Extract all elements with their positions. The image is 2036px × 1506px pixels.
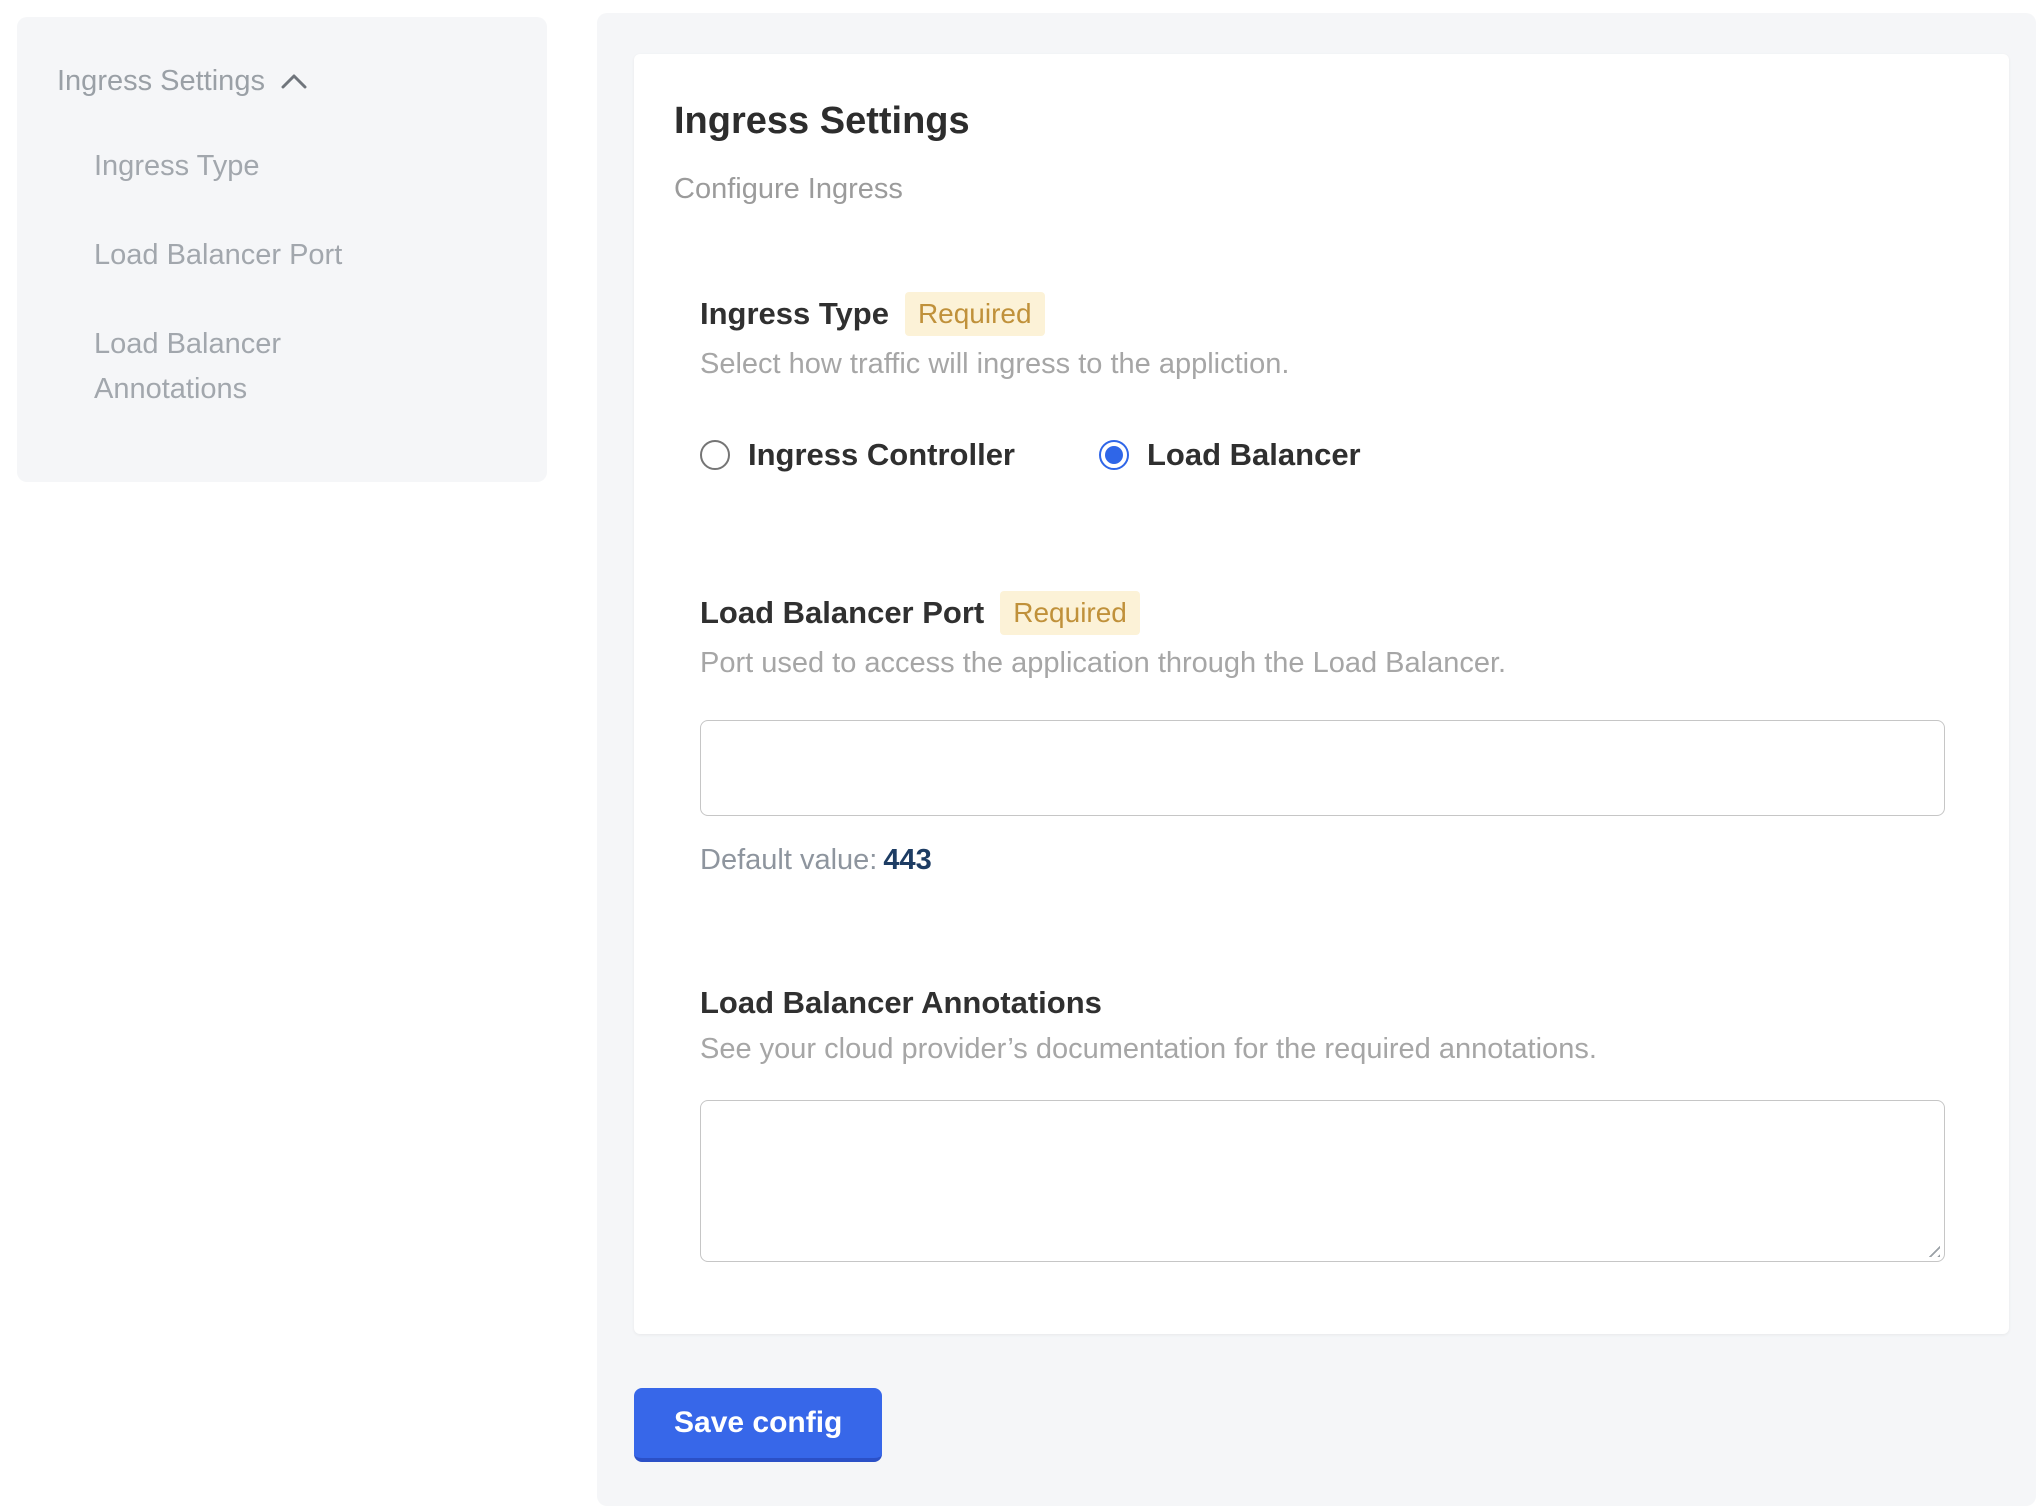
sidebar-group-ingress-settings[interactable]: Ingress Settings (57, 65, 507, 98)
radio-label: Ingress Controller (748, 437, 1015, 473)
load-balancer-port-input[interactable] (700, 720, 1945, 816)
sidebar-item-load-balancer-annotations[interactable]: Load Balancer Annotations (94, 322, 434, 412)
field-label-ingress-type: Ingress Type (700, 296, 889, 332)
ingress-settings-card: Ingress Settings Configure Ingress Ingre… (634, 54, 2009, 1334)
default-value: 443 (883, 844, 931, 876)
required-badge: Required (1000, 591, 1140, 635)
field-group-load-balancer-annotations: Load Balancer Annotations See your cloud… (700, 985, 1969, 1262)
required-badge: Required (905, 292, 1045, 336)
config-main-panel: Ingress Settings Configure Ingress Ingre… (597, 13, 2036, 1506)
field-heading-load-balancer-annotations: Load Balancer Annotations (700, 985, 1969, 1021)
radio-icon[interactable] (700, 440, 730, 470)
page-subtitle: Configure Ingress (674, 173, 1969, 206)
sidebar-item-load-balancer-port[interactable]: Load Balancer Port (94, 233, 434, 278)
page-title: Ingress Settings (674, 100, 1969, 143)
chevron-up-icon[interactable] (281, 74, 307, 89)
field-help-load-balancer-annotations: See your cloud provider’s documentation … (700, 1033, 1969, 1066)
radio-option-ingress-controller[interactable]: Ingress Controller (700, 437, 1015, 473)
page-layout: Ingress Settings Ingress Type Load Balan… (0, 0, 2036, 1506)
sidebar-item-ingress-type[interactable]: Ingress Type (94, 144, 434, 189)
sidebar-group-label: Ingress Settings (57, 65, 265, 98)
load-balancer-annotations-textarea[interactable] (700, 1100, 1945, 1262)
field-help-ingress-type: Select how traffic will ingress to the a… (700, 348, 1969, 381)
annotations-textarea-wrap (700, 1100, 1945, 1262)
field-heading-ingress-type: Ingress Type Required (700, 292, 1969, 336)
ingress-type-radio-group: Ingress Controller Load Balancer (700, 437, 1969, 473)
settings-sidebar: Ingress Settings Ingress Type Load Balan… (17, 17, 547, 482)
sidebar-nav-items: Ingress Type Load Balancer Port Load Bal… (94, 144, 507, 412)
field-label-load-balancer-port: Load Balancer Port (700, 595, 984, 631)
field-group-load-balancer-port: Load Balancer Port Required Port used to… (700, 591, 1969, 877)
field-group-ingress-type: Ingress Type Required Select how traffic… (700, 292, 1969, 381)
default-value-label: Default value: (700, 844, 877, 876)
radio-label: Load Balancer (1147, 437, 1361, 473)
field-help-load-balancer-port: Port used to access the application thro… (700, 647, 1969, 680)
field-label-load-balancer-annotations: Load Balancer Annotations (700, 985, 1102, 1021)
save-config-button[interactable]: Save config (634, 1388, 882, 1462)
radio-option-load-balancer[interactable]: Load Balancer (1099, 437, 1361, 473)
radio-icon[interactable] (1099, 440, 1129, 470)
default-value-line: Default value:443 (700, 844, 1969, 877)
field-heading-load-balancer-port: Load Balancer Port Required (700, 591, 1969, 635)
